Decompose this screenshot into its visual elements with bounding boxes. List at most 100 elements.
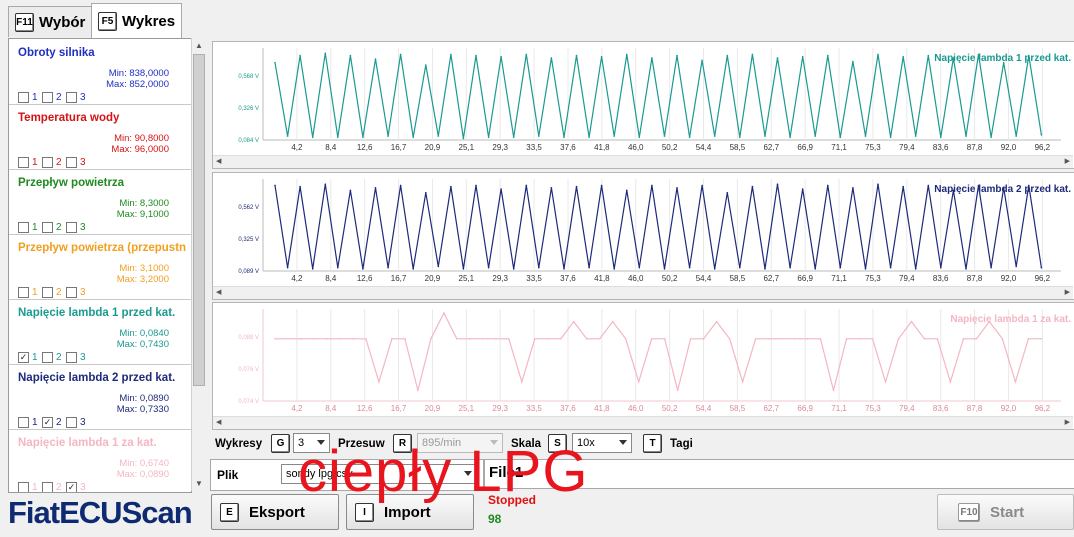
data-point <box>1015 135 1017 137</box>
g-key-icon[interactable]: G <box>271 434 290 453</box>
i-key-icon: I <box>355 502 374 522</box>
checkbox-box[interactable] <box>42 222 53 233</box>
chart-checkbox-1[interactable]: 1 <box>18 222 38 233</box>
start-button[interactable]: F10 Start <box>937 494 1074 530</box>
scrollbar-thumb[interactable] <box>193 54 205 386</box>
data-point <box>378 381 380 383</box>
data-point <box>600 184 603 187</box>
checkbox-box[interactable] <box>42 482 53 492</box>
sensor-list-scrollbar[interactable]: ▲ ▼ <box>191 38 205 491</box>
chart-checkbox-1[interactable]: 1 <box>18 157 38 168</box>
x-tick-label: 12,6 <box>357 274 373 283</box>
export-button-label: Eksport <box>249 503 305 521</box>
x-tick-label: 4,2 <box>291 274 303 283</box>
scroll-left-icon[interactable]: ◀ <box>216 157 221 165</box>
t-key-icon[interactable]: T <box>643 434 662 453</box>
x-tick-label: 41,8 <box>594 274 610 283</box>
chart-hscrollbar[interactable]: ◀ ▶ <box>213 416 1073 429</box>
checkmark-icon[interactable]: ✓ <box>18 352 29 363</box>
chart-checkbox-3[interactable]: 3 <box>66 157 86 168</box>
checkbox-box[interactable] <box>66 417 77 428</box>
chart-checkbox-3[interactable]: 3 <box>66 287 86 298</box>
checkbox-box[interactable] <box>18 482 29 492</box>
data-point <box>352 338 354 340</box>
chart-checkbox-2[interactable]: 2 <box>42 482 62 492</box>
scroll-right-icon[interactable]: ▶ <box>1065 288 1070 296</box>
x-tick-label: 16,7 <box>391 274 407 283</box>
checkbox-box[interactable] <box>66 222 77 233</box>
scroll-left-icon[interactable]: ◀ <box>216 418 221 426</box>
checkbox-box[interactable] <box>66 287 77 298</box>
data-point <box>889 266 892 269</box>
y-tick-label: 0,325 V <box>238 237 259 243</box>
chart-checkbox-3[interactable]: 3 <box>66 352 86 363</box>
checkmark-icon[interactable]: ✓ <box>42 417 53 428</box>
tab-wybor[interactable]: F11 Wybór <box>8 6 93 37</box>
chart-checkbox-2[interactable]: 2 <box>42 157 62 168</box>
data-point <box>789 136 791 139</box>
e-key-icon: E <box>220 502 239 522</box>
data-point <box>324 183 327 185</box>
data-point <box>767 338 770 340</box>
data-point <box>814 268 816 270</box>
x-tick-label: 71,1 <box>831 404 847 413</box>
tab-bar: F11 Wybór F5 Wykres <box>0 0 1074 38</box>
chart-checkbox-3[interactable]: 3 <box>66 417 86 428</box>
scroll-right-icon[interactable]: ▶ <box>1065 418 1070 426</box>
data-point <box>637 381 640 383</box>
data-point <box>701 184 703 187</box>
chart-checkbox-3[interactable]: 3 <box>66 92 86 103</box>
chart-checkbox-1[interactable]: 1 <box>18 482 38 492</box>
checkbox-box[interactable] <box>66 157 77 168</box>
scroll-down-icon[interactable]: ▼ <box>195 479 203 488</box>
chart-checkbox-1[interactable]: 1 <box>18 92 38 103</box>
chart-hscrollbar[interactable]: ◀ ▶ <box>213 286 1073 299</box>
checkbox-box[interactable] <box>42 287 53 298</box>
checkbox-label: 2 <box>56 92 62 103</box>
y-tick-label: 0,089 V <box>238 269 259 275</box>
x-tick-label: 16,7 <box>391 404 407 413</box>
chart-checkbox-2[interactable]: 2 <box>42 222 62 233</box>
chart-checkbox-2[interactable]: 2 <box>42 287 62 298</box>
checkbox-box[interactable] <box>42 157 53 168</box>
data-point <box>425 191 427 194</box>
checkmark-icon[interactable]: ✓ <box>66 482 77 492</box>
scroll-left-icon[interactable]: ◀ <box>216 288 221 296</box>
chart-hscrollbar[interactable]: ◀ ▶ <box>213 155 1073 168</box>
tagi-label[interactable]: Tagi <box>670 433 693 455</box>
x-tick-label: 25,1 <box>459 274 475 283</box>
sensor-name: Przepływ powietrza <box>18 177 125 189</box>
chart-checkbox-1[interactable]: 1 <box>18 417 38 428</box>
checkbox-box[interactable] <box>66 352 77 363</box>
chart-checkbox-3[interactable]: ✓ 3 <box>66 482 86 492</box>
scroll-up-icon[interactable]: ▲ <box>195 41 203 50</box>
data-point <box>443 312 445 314</box>
checkbox-label: 3 <box>80 92 86 103</box>
scroll-right-icon[interactable]: ▶ <box>1065 157 1070 165</box>
chart-lambda2-przed: 4,2 8,4 12,6 16,7 20,9 25,1 29,3 33,5 37,6 41,8 46… <box>212 172 1074 300</box>
chart-checkbox-2[interactable]: ✓ 2 <box>42 417 62 428</box>
chart-checkbox-2[interactable]: 2 <box>42 92 62 103</box>
data-point <box>600 55 603 58</box>
checkbox-box[interactable] <box>18 92 29 103</box>
checkbox-box[interactable] <box>42 92 53 103</box>
chart-checkbox-1[interactable]: 1 <box>18 287 38 298</box>
data-point <box>286 135 289 137</box>
checkbox-box[interactable] <box>18 287 29 298</box>
data-point <box>713 135 716 137</box>
checkbox-box[interactable] <box>42 352 53 363</box>
checkbox-box[interactable] <box>18 157 29 168</box>
chart-checkbox-3[interactable]: 3 <box>66 222 86 233</box>
chart-checkbox-1[interactable]: ✓ 1 <box>18 352 38 363</box>
tab-wykres[interactable]: F5 Wykres <box>91 3 183 38</box>
checkbox-label: 1 <box>32 352 38 363</box>
data-point <box>588 136 590 139</box>
data-point <box>450 185 452 188</box>
checkbox-box[interactable] <box>66 92 77 103</box>
data-point <box>701 59 703 62</box>
checkbox-box[interactable] <box>18 417 29 428</box>
chart-checkbox-2[interactable]: 2 <box>42 352 62 363</box>
checkbox-box[interactable] <box>18 222 29 233</box>
x-tick-label: 75,3 <box>865 274 881 283</box>
data-point <box>877 53 879 56</box>
